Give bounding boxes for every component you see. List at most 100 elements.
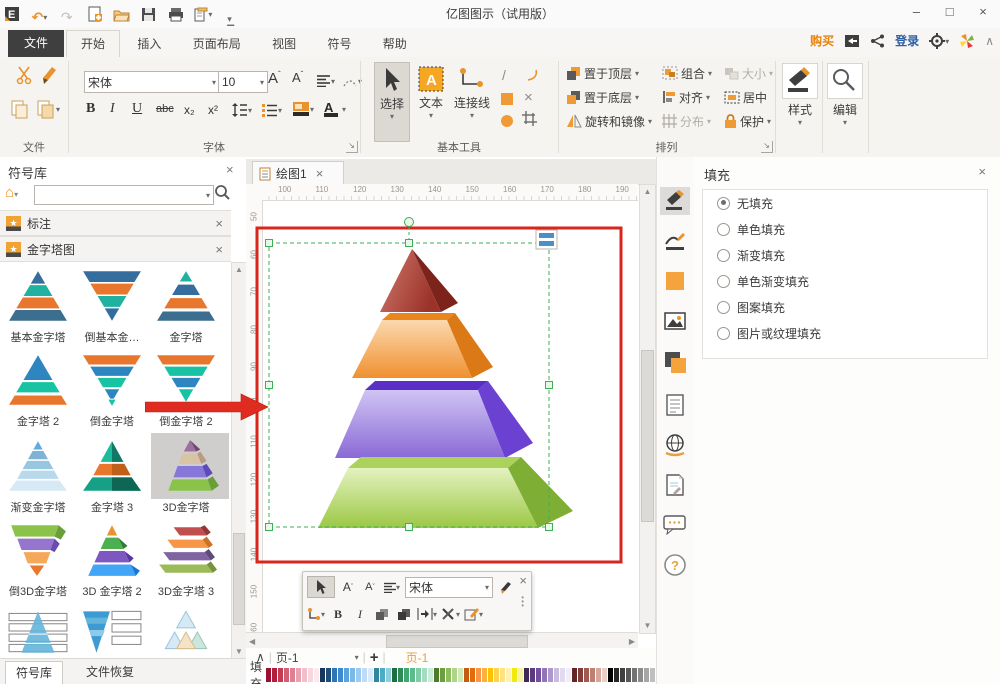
library-home-icon[interactable]: ⌂▾ — [5, 184, 18, 201]
text-arc-icon[interactable]: ▾ — [342, 73, 362, 87]
mini-bring-front-button[interactable] — [373, 604, 391, 624]
tab-home[interactable]: 开始 — [66, 30, 120, 58]
mini-format-brush-button[interactable] — [497, 577, 515, 597]
palette-swatch[interactable] — [404, 668, 409, 682]
comment-tool-icon[interactable] — [660, 511, 690, 539]
palette-swatch[interactable] — [566, 668, 571, 682]
fill-option-6[interactable]: 图片或纹理填充 — [703, 320, 987, 346]
palette-swatch[interactable] — [446, 668, 451, 682]
mini-bold-button[interactable]: B — [329, 604, 347, 624]
palette-swatch[interactable] — [578, 668, 583, 682]
palette-swatch[interactable] — [320, 668, 325, 682]
mini-font-combo[interactable]: 宋体▾ — [405, 577, 493, 598]
insert-image-tool-icon[interactable] — [660, 307, 690, 335]
text-align-icon[interactable]: ▾ — [316, 73, 335, 87]
palette-swatch[interactable] — [476, 668, 481, 682]
paste-icon[interactable] — [10, 99, 30, 119]
section-callout-close-icon[interactable]: × — [215, 216, 223, 231]
palette-swatch[interactable] — [548, 668, 553, 682]
shadow-tool-icon[interactable] — [660, 347, 690, 379]
pyramid-level3-front[interactable] — [335, 390, 505, 458]
fill-tool-icon[interactable] — [660, 187, 690, 215]
mini-send-back-button[interactable] — [395, 604, 413, 624]
mini-distribute-button[interactable]: ▾ — [417, 604, 437, 624]
font-color-icon[interactable]: A — [324, 100, 338, 117]
italic-button[interactable]: I — [110, 101, 115, 117]
font-family-combo[interactable]: 宋体▾ — [84, 71, 220, 93]
palette-swatch[interactable] — [416, 668, 421, 682]
login-button[interactable]: 登录 — [895, 32, 919, 49]
library-search-combo[interactable]: ▾ — [34, 185, 214, 205]
freeform-tool-icon[interactable]: × — [524, 89, 533, 106]
center-button[interactable]: 居中 — [724, 87, 767, 107]
undo-button[interactable]: ↶▾ — [28, 7, 50, 29]
section-pyramid-close-icon[interactable]: × — [215, 242, 223, 257]
palette-swatch[interactable] — [422, 668, 427, 682]
tab-view[interactable]: 视图 — [258, 31, 310, 57]
canvas-hscrollbar-thumb[interactable] — [386, 635, 528, 648]
subscript-button[interactable]: x₂ — [184, 103, 195, 117]
symbol-inverted-3d-pyramid[interactable] — [3, 519, 73, 581]
document-properties-icon[interactable] — [660, 391, 690, 419]
tab-file-recovery[interactable]: 文件恢复 — [76, 661, 144, 683]
maximize-button[interactable]: □ — [935, 0, 965, 24]
palette-swatch[interactable] — [440, 668, 445, 682]
align-button[interactable]: 对齐▾ — [662, 87, 710, 107]
bullet-list-icon[interactable]: ▾ — [262, 102, 282, 117]
radio-icon[interactable] — [717, 301, 730, 314]
font-dialog-launcher[interactable]: ↘ — [346, 141, 358, 153]
note-tool-icon[interactable] — [660, 471, 690, 499]
new-document-button[interactable] — [83, 3, 105, 25]
document-tab-close-icon[interactable]: × — [316, 166, 324, 181]
page-tab-active[interactable]: 页-1 — [406, 649, 429, 666]
underline-button[interactable]: U — [132, 101, 142, 117]
palette-swatch[interactable] — [458, 668, 463, 682]
palette-swatch[interactable] — [518, 668, 523, 682]
redo-button[interactable]: ↷ — [56, 7, 78, 29]
palette-swatch[interactable] — [542, 668, 547, 682]
buy-button[interactable]: 购买 — [810, 32, 834, 49]
ellipse-tool-icon[interactable] — [500, 113, 514, 128]
symbol-segment-pyramid[interactable] — [151, 605, 221, 657]
strikethrough-button[interactable]: abc — [156, 103, 174, 115]
style-button[interactable]: 样式▾ — [781, 63, 819, 127]
library-search-icon[interactable] — [214, 184, 230, 200]
palette-swatch[interactable] — [482, 668, 487, 682]
section-callout[interactable]: ★ 标注 × — [0, 210, 231, 236]
line-tool-icon[interactable]: / — [502, 67, 506, 83]
palette-swatch[interactable] — [602, 668, 607, 682]
minimize-button[interactable]: – — [901, 0, 931, 24]
palette-swatch[interactable] — [626, 668, 631, 682]
page-name-label[interactable]: 页-1 — [276, 649, 299, 666]
file-menu-button[interactable]: 文件 — [8, 30, 64, 57]
palette-swatch[interactable] — [464, 668, 469, 682]
shape-data-icon[interactable] — [536, 230, 557, 249]
fill-option-1[interactable]: 无填充 — [703, 190, 987, 216]
scroll-up-icon[interactable]: ▲ — [232, 263, 246, 276]
mini-select-button[interactable] — [307, 576, 335, 598]
format-brush-icon[interactable] — [40, 65, 60, 85]
pyramid-level4-top[interactable] — [348, 457, 521, 468]
pyramid-level4-front[interactable] — [318, 468, 538, 528]
document-tab[interactable]: 绘图1 × — [252, 161, 344, 185]
protect-button[interactable]: 保护▾ — [724, 111, 771, 131]
group-button[interactable]: 组合▾ — [662, 63, 712, 83]
palette-swatch[interactable] — [512, 668, 517, 682]
rotation-handle[interactable] — [405, 218, 414, 227]
library-panel-close-icon[interactable]: × — [226, 162, 234, 177]
palette-swatch[interactable] — [506, 668, 511, 682]
palette-swatch[interactable] — [278, 668, 283, 682]
symbol-basic-pyramid[interactable] — [3, 265, 73, 327]
symbol-lined-inverted-pyramid[interactable] — [77, 605, 147, 657]
fill-option-3[interactable]: 渐变填充 — [703, 242, 987, 268]
palette-swatch[interactable] — [290, 668, 295, 682]
fill-panel-close-icon[interactable]: × — [978, 164, 986, 179]
palette-swatch[interactable] — [392, 668, 397, 682]
hyperlink-globe-icon[interactable] — [660, 431, 690, 459]
tab-page-layout[interactable]: 页面布局 — [179, 31, 255, 57]
help-icon[interactable]: ? — [660, 551, 690, 579]
radio-icon[interactable] — [717, 223, 730, 236]
palette-swatch[interactable] — [362, 668, 367, 682]
mini-connector-button[interactable]: ▾ — [307, 604, 325, 624]
palette-swatch[interactable] — [284, 668, 289, 682]
